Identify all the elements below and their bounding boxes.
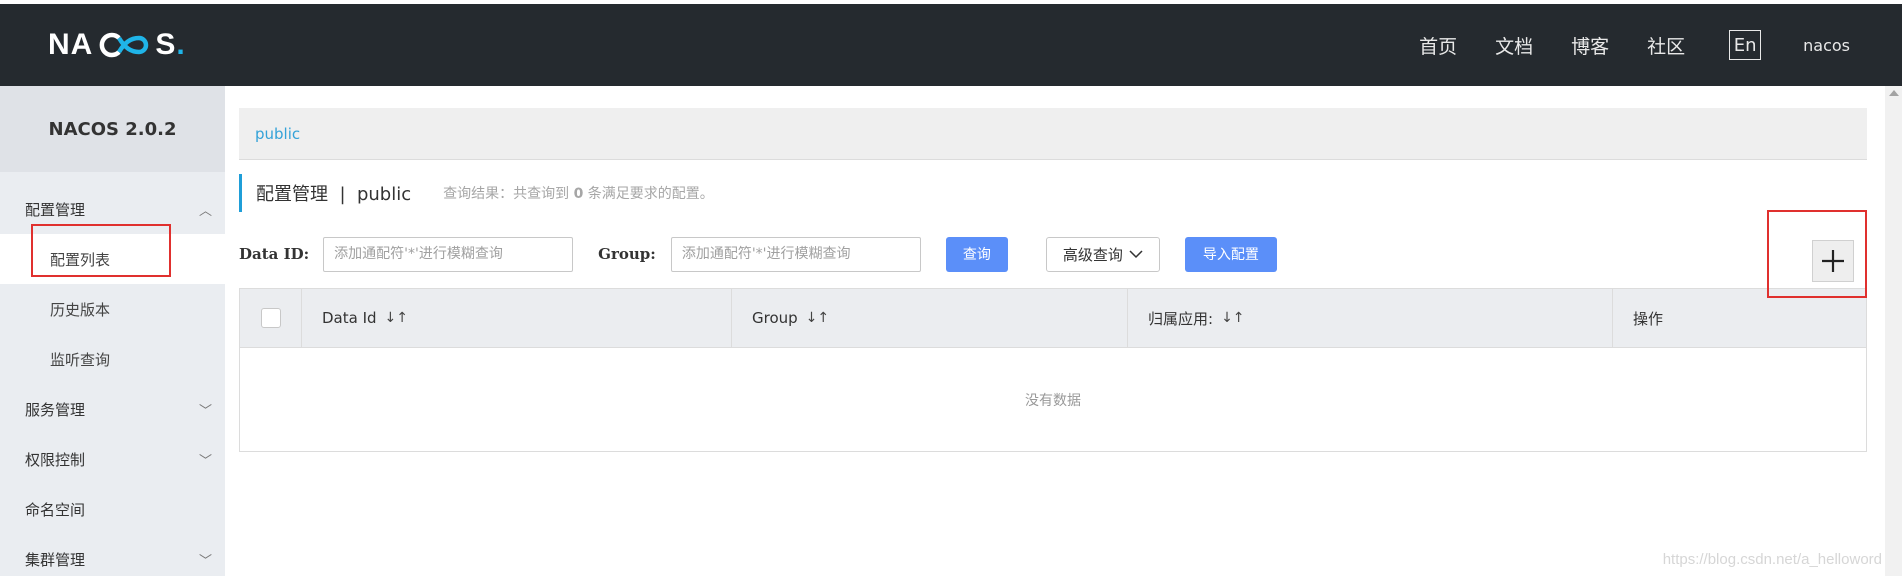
table-empty-state: 没有数据 [1025,392,1081,409]
sidebar-group-label: 权限控制 [25,450,86,469]
advanced-query-button[interactable]: 高级查询 [1045,236,1160,272]
sidebar-group-namespace[interactable]: 命名空间 [0,484,225,534]
import-config-button[interactable]: 导入配置 [1184,236,1277,272]
result-suffix: 条满足要求的配置。 [583,186,714,202]
language-switch-button[interactable]: En [1729,30,1762,60]
vertical-scrollbar[interactable] [1885,86,1902,576]
logo-text-left: NA [48,28,94,61]
select-all-checkbox[interactable] [260,308,281,328]
query-button[interactable]: 查询 [945,236,1008,272]
sidebar: NACOS 2.0.2 配置管理 ︿ 配置列表 历史版本 监听查询 服务管理 ﹀… [0,86,225,576]
sidebar-item-listener-query[interactable]: 监听查询 [0,334,225,384]
logo-co-mark [95,30,153,60]
chevron-down-icon: ﹀ [198,553,212,569]
top-nav: 首页 文档 博客 社区 En nacos [1381,30,1850,60]
highlight-box-config-list [31,224,171,277]
sidebar-group-access-control[interactable]: 权限控制 ﹀ [0,434,225,484]
page-title-row: 配置管理 | public 查询结果：共查询到 0 条满足要求的配置。 [239,174,714,212]
nacos-logo[interactable]: NA S . [48,28,186,62]
main-content: public 配置管理 | public 查询结果：共查询到 0 条满足要求的配… [225,86,1902,576]
column-header-app[interactable]: 归属应用: ↓↑ [1128,289,1613,347]
sort-icon[interactable]: ↓↑ [385,310,408,326]
data-id-input[interactable] [323,236,574,272]
config-table: Data Id ↓↑ Group ↓↑ 归属应用: ↓↑ 操作 没有数据 [239,288,1867,452]
column-header-data-id[interactable]: Data Id ↓↑ [302,289,732,347]
namespace-tab-public[interactable]: public [255,125,300,143]
sort-icon[interactable]: ↓↑ [1221,310,1244,326]
highlight-box-add-button [1767,210,1867,298]
top-header: NA S . 首页 文档 博客 社区 En nacos [0,0,1902,86]
sidebar-item-history-version[interactable]: 历史版本 [0,284,225,334]
group-input[interactable] [670,236,921,272]
logo-dot: . [176,28,186,61]
sidebar-group-service-management[interactable]: 服务管理 ﹀ [0,384,225,434]
chevron-up-icon: ︿ [198,203,212,219]
column-label: Data Id [322,309,377,327]
user-menu[interactable]: nacos [1803,36,1850,55]
table-header: Data Id ↓↑ Group ↓↑ 归属应用: ↓↑ 操作 [240,289,1866,348]
sidebar-group-label: 命名空间 [25,500,86,519]
sidebar-group-cluster-management[interactable]: 集群管理 ﹀ [0,534,225,576]
result-prefix: 查询结果：共查询到 [443,186,574,202]
sidebar-brand: NACOS 2.0.2 [0,86,225,172]
sidebar-group-label: 服务管理 [25,400,86,419]
scroll-up-arrow-icon[interactable] [1889,90,1899,96]
chevron-down-icon [1129,245,1143,263]
column-header-group[interactable]: Group ↓↑ [732,289,1128,347]
nav-docs[interactable]: 文档 [1495,32,1533,59]
watermark: https://blog.csdn.net/a_helloword [1662,551,1882,568]
group-label: Group: [598,245,656,263]
logo-text-right: S [155,28,177,61]
sort-icon[interactable]: ↓↑ [806,310,829,326]
logo-infinity-icon [99,32,149,58]
chevron-down-icon: ﹀ [198,453,212,469]
filter-row: Data ID: Group: 查询 高级查询 导入配置 [239,236,1277,272]
column-label: Group [752,309,798,327]
sidebar-group-label: 集群管理 [25,550,86,569]
nav-blog[interactable]: 博客 [1571,32,1609,59]
nav-home[interactable]: 首页 [1419,32,1457,59]
data-id-label: Data ID: [239,245,310,263]
column-label: 操作 [1633,309,1664,328]
query-result-summary: 查询结果：共查询到 0 条满足要求的配置。 [443,183,714,203]
column-label: 归属应用: [1148,309,1214,328]
nav-community[interactable]: 社区 [1647,32,1685,59]
sidebar-group-label: 配置管理 [25,200,86,219]
chevron-down-icon: ﹀ [198,403,212,419]
select-all-cell [240,289,302,347]
namespace-bar: public [239,108,1867,160]
page-title: 配置管理 | public [256,184,412,205]
result-count: 0 [573,186,584,202]
advanced-query-label: 高级查询 [1062,245,1123,264]
